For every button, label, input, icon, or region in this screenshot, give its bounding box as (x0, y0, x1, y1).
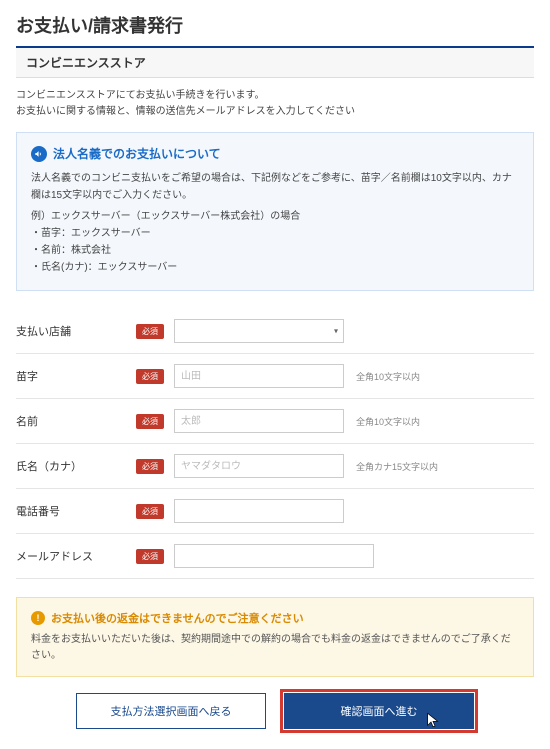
info-title-text: 法人名義でのお支払いについて (53, 145, 221, 162)
lastname-input[interactable] (174, 364, 344, 388)
label-lastname: 苗字 (16, 368, 136, 384)
email-input[interactable] (174, 544, 374, 568)
warning-body: 料金をお支払いいただいた後は、契約期間途中での解約の場合でも料金の返金はできませ… (31, 632, 519, 664)
intro-line1: コンビニエンスストアにてお支払い手続きを行います。 (16, 88, 534, 104)
back-button[interactable]: 支払方法選択画面へ戻る (76, 693, 266, 729)
required-badge: 必須 (136, 504, 164, 519)
warning-icon: ! (31, 611, 45, 625)
required-badge: 必須 (136, 369, 164, 384)
warning-title-text: お支払い後の返金はできませんのでご注意ください (51, 610, 304, 626)
label-firstname: 名前 (16, 413, 136, 429)
warning-box: ! お支払い後の返金はできませんのでご注意ください 料金をお支払いいただいた後は… (16, 597, 534, 677)
info-ex2: ・名前：株式会社 (31, 242, 519, 259)
required-badge: 必須 (136, 324, 164, 339)
required-badge: 必須 (136, 549, 164, 564)
intro-text: コンビニエンスストアにてお支払い手続きを行います。 お支払いに関する情報と、情報… (16, 88, 534, 120)
confirm-button[interactable]: 確認画面へ進む (284, 693, 474, 729)
hint-firstname: 全角10文字以内 (356, 415, 420, 428)
store-select[interactable] (174, 319, 344, 343)
row-firstname: 名前 必須 全角10文字以内 (16, 399, 534, 444)
info-line1: 法人名義でのコンビニ支払いをご希望の場合は、下記例などをご参考に、苗字／名前欄は… (31, 170, 519, 204)
hint-lastname: 全角10文字以内 (356, 370, 420, 383)
info-ex3: ・氏名(カナ)：エックスサーバー (31, 259, 519, 276)
confirm-button-label: 確認画面へ進む (341, 703, 418, 719)
row-email: メールアドレス 必須 (16, 534, 534, 579)
megaphone-icon (31, 146, 47, 162)
row-store: 支払い店舗 必須 ▾ (16, 309, 534, 354)
label-store: 支払い店舗 (16, 323, 136, 339)
label-kana: 氏名（カナ） (16, 458, 136, 474)
hint-kana: 全角カナ15文字以内 (356, 460, 438, 473)
section-title: コンビニエンスストア (16, 46, 534, 78)
label-phone: 電話番号 (16, 503, 136, 519)
cursor-icon (426, 712, 440, 731)
page-title: お支払い/請求書発行 (16, 12, 534, 38)
kana-input[interactable] (174, 454, 344, 478)
row-lastname: 苗字 必須 全角10文字以内 (16, 354, 534, 399)
intro-line2: お支払いに関する情報と、情報の送信先メールアドレスを入力してください (16, 104, 534, 120)
label-email: メールアドレス (16, 548, 136, 564)
info-ex1: ・苗字：エックスサーバー (31, 225, 519, 242)
required-badge: 必須 (136, 459, 164, 474)
info-example-label: 例）エックスサーバー（エックスサーバー株式会社）の場合 (31, 208, 519, 225)
row-phone: 電話番号 必須 (16, 489, 534, 534)
required-badge: 必須 (136, 414, 164, 429)
button-row: 支払方法選択画面へ戻る 確認画面へ進む (16, 693, 534, 729)
row-kana: 氏名（カナ） 必須 全角カナ15文字以内 (16, 444, 534, 489)
phone-input[interactable] (174, 499, 344, 523)
info-box: 法人名義でのお支払いについて 法人名義でのコンビニ支払いをご希望の場合は、下記例… (16, 132, 534, 291)
firstname-input[interactable] (174, 409, 344, 433)
